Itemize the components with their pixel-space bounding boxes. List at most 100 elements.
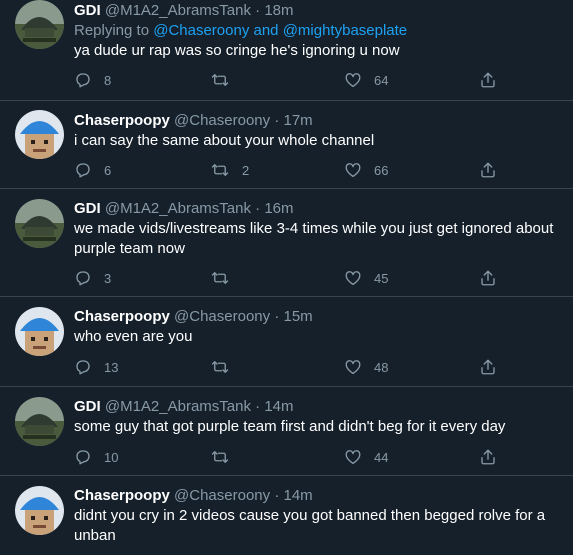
retweet-button[interactable] [210, 70, 242, 90]
reply-button[interactable]: 6 [74, 160, 111, 180]
timestamp[interactable]: 18m [264, 2, 293, 19]
share-button[interactable] [479, 70, 497, 90]
share-button[interactable] [479, 357, 497, 377]
display-name[interactable]: GDI [74, 200, 101, 217]
reply-count: 13 [104, 359, 119, 375]
separator-dot: · [255, 200, 261, 217]
tweet-actions: 13 48 [74, 357, 514, 377]
avatar[interactable] [15, 110, 64, 159]
reply-icon [76, 163, 90, 178]
retweet-button[interactable] [210, 357, 242, 377]
retweet-icon [211, 74, 229, 86]
share-icon [481, 162, 495, 178]
tweet[interactable]: Chaserpoopy @Chaseroony · 14m didnt you … [0, 476, 573, 555]
like-count: 45 [374, 270, 389, 286]
tweet[interactable]: GDI @M1A2_AbramsTank · 18m Replying to @… [0, 0, 573, 101]
like-count: 64 [374, 72, 389, 88]
reply-count: 10 [104, 449, 119, 465]
reply-count: 6 [104, 162, 112, 178]
reply-icon [76, 73, 90, 88]
reply-button[interactable]: 10 [74, 447, 118, 467]
like-icon [345, 73, 361, 88]
user-handle[interactable]: @M1A2_AbramsTank [105, 2, 251, 19]
tweet-text: didnt you cry in 2 videos cause you got … [74, 507, 546, 544]
display-name[interactable]: Chaserpoopy [74, 112, 170, 129]
avatar[interactable] [15, 199, 64, 248]
avatar[interactable] [15, 0, 64, 49]
tweet-text: we made vids/livestreams like 3-4 times … [74, 220, 554, 257]
share-icon [481, 270, 495, 286]
tweet[interactable]: Chaserpoopy @Chaseroony · 15m who even a… [0, 297, 573, 387]
reply-button[interactable]: 13 [74, 357, 118, 377]
separator-dot: · [274, 308, 280, 325]
share-button[interactable] [479, 447, 497, 467]
like-button[interactable]: 48 [344, 357, 388, 377]
tweet-text: some guy that got purple team first and … [74, 418, 506, 435]
user-handle[interactable]: @M1A2_AbramsTank [105, 398, 251, 415]
like-icon [345, 163, 361, 178]
share-icon [481, 359, 495, 375]
timestamp[interactable]: 15m [283, 308, 312, 325]
timestamp[interactable]: 16m [264, 200, 293, 217]
share-button[interactable] [479, 160, 497, 180]
like-button[interactable]: 66 [344, 160, 388, 180]
display-name[interactable]: GDI [74, 398, 101, 415]
tweet-actions: 8 64 [74, 70, 514, 90]
retweet-icon [211, 361, 229, 373]
like-icon [345, 450, 361, 465]
reply-button[interactable]: 3 [74, 268, 111, 288]
like-count: 44 [374, 449, 389, 465]
reply-icon [76, 450, 90, 465]
retweet-count: 2 [242, 162, 250, 178]
user-handle[interactable]: @Chaseroony [174, 112, 270, 129]
retweet-icon [211, 451, 229, 463]
retweet-button[interactable] [210, 447, 242, 467]
like-icon [345, 271, 361, 286]
retweet-button[interactable]: 2 [210, 160, 249, 180]
avatar[interactable] [15, 397, 64, 446]
reply-button[interactable]: 8 [74, 70, 111, 90]
avatar[interactable] [15, 307, 64, 356]
share-icon [481, 449, 495, 465]
like-count: 48 [374, 359, 389, 375]
tweet[interactable]: GDI @M1A2_AbramsTank · 16m we made vids/… [0, 189, 573, 297]
timestamp[interactable]: 17m [283, 112, 312, 129]
like-button[interactable]: 45 [344, 268, 388, 288]
user-handle[interactable]: @Chaseroony [174, 308, 270, 325]
separator-dot: · [255, 398, 261, 415]
tweet-actions: 3 45 [74, 268, 514, 288]
timestamp[interactable]: 14m [283, 487, 312, 504]
share-button[interactable] [479, 268, 497, 288]
avatar[interactable] [15, 486, 64, 535]
retweet-icon [211, 272, 229, 284]
tweet-actions: 6 2 66 [74, 160, 514, 180]
tweet-text: ya dude ur rap was so cringe he's ignori… [74, 42, 400, 59]
reply-count: 3 [104, 270, 112, 286]
display-name[interactable]: Chaserpoopy [74, 487, 170, 504]
reply-icon [76, 360, 90, 375]
tweet-actions: 10 44 [74, 447, 514, 467]
retweet-button[interactable] [210, 268, 242, 288]
user-handle[interactable]: @M1A2_AbramsTank [105, 200, 251, 217]
separator-dot: · [274, 487, 280, 504]
tweet[interactable]: Chaserpoopy @Chaseroony · 17m i can say … [0, 101, 573, 189]
replying-to-link[interactable]: @Chaseroony and @mightybaseplate [153, 22, 407, 39]
tweet[interactable]: GDI @M1A2_AbramsTank · 14m some guy that… [0, 387, 573, 476]
display-name[interactable]: Chaserpoopy [74, 308, 170, 325]
tweet-text: i can say the same about your whole chan… [74, 132, 375, 149]
replying-prefix: Replying to [74, 22, 154, 39]
tweet-thread: GDI @M1A2_AbramsTank · 18m Replying to @… [0, 0, 573, 555]
display-name[interactable]: GDI [74, 2, 101, 19]
like-button[interactable]: 44 [344, 447, 388, 467]
like-icon [345, 360, 361, 375]
user-handle[interactable]: @Chaseroony [174, 487, 270, 504]
like-count: 66 [374, 162, 389, 178]
like-button[interactable]: 64 [344, 70, 388, 90]
share-icon [481, 72, 495, 88]
timestamp[interactable]: 14m [264, 398, 293, 415]
separator-dot: · [255, 2, 261, 19]
tweet-text: who even are you [74, 328, 193, 345]
reply-count: 8 [104, 72, 112, 88]
separator-dot: · [274, 112, 280, 129]
retweet-icon [211, 164, 229, 176]
